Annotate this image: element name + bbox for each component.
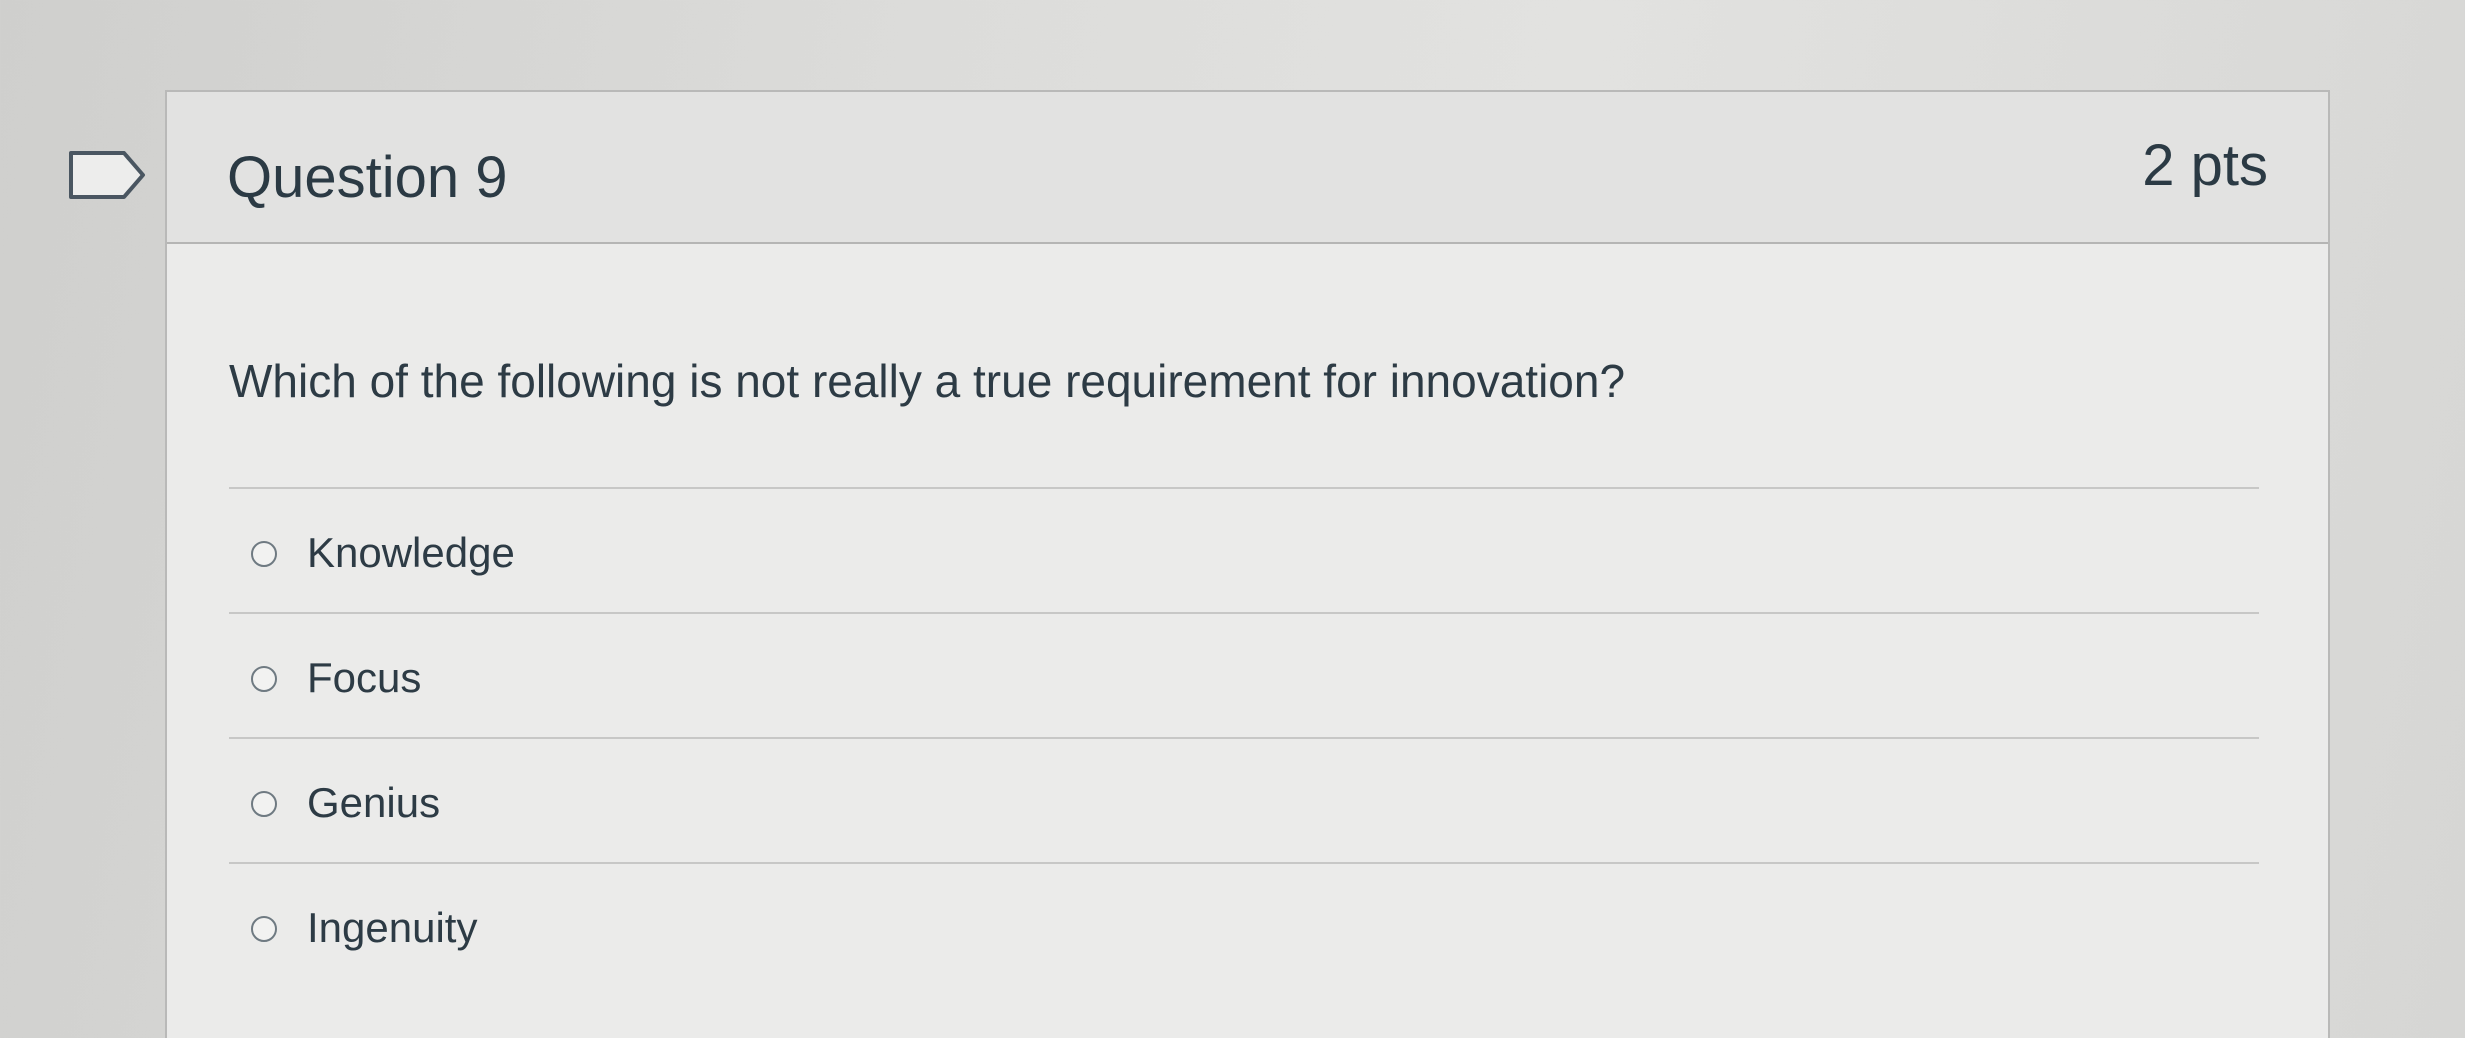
answer-label[interactable]: Ingenuity — [307, 904, 477, 952]
radio-unchecked-icon[interactable] — [251, 666, 277, 692]
answer-option-ingenuity[interactable]: Ingenuity — [229, 862, 2259, 974]
answer-option-genius[interactable]: Genius — [229, 737, 2259, 862]
radio-unchecked-icon[interactable] — [251, 541, 277, 567]
answer-label[interactable]: Knowledge — [307, 529, 515, 577]
answer-label[interactable]: Focus — [307, 654, 421, 702]
answer-option-knowledge[interactable]: Knowledge — [229, 487, 2259, 612]
flag-question-icon[interactable] — [68, 150, 146, 200]
question-card: Question 9 2 pts Which of the following … — [165, 90, 2330, 1038]
question-title: Question 9 — [227, 145, 508, 210]
answer-option-focus[interactable]: Focus — [229, 612, 2259, 737]
question-text: Which of the following is not really a t… — [229, 355, 1626, 407]
question-header: Question 9 2 pts — [167, 92, 2328, 244]
question-points: 2 pts — [2142, 133, 2268, 198]
answer-label[interactable]: Genius — [307, 779, 440, 827]
radio-unchecked-icon[interactable] — [251, 916, 277, 942]
radio-unchecked-icon[interactable] — [251, 791, 277, 817]
answer-list: Knowledge Focus Genius Ingenuity — [229, 487, 2259, 974]
